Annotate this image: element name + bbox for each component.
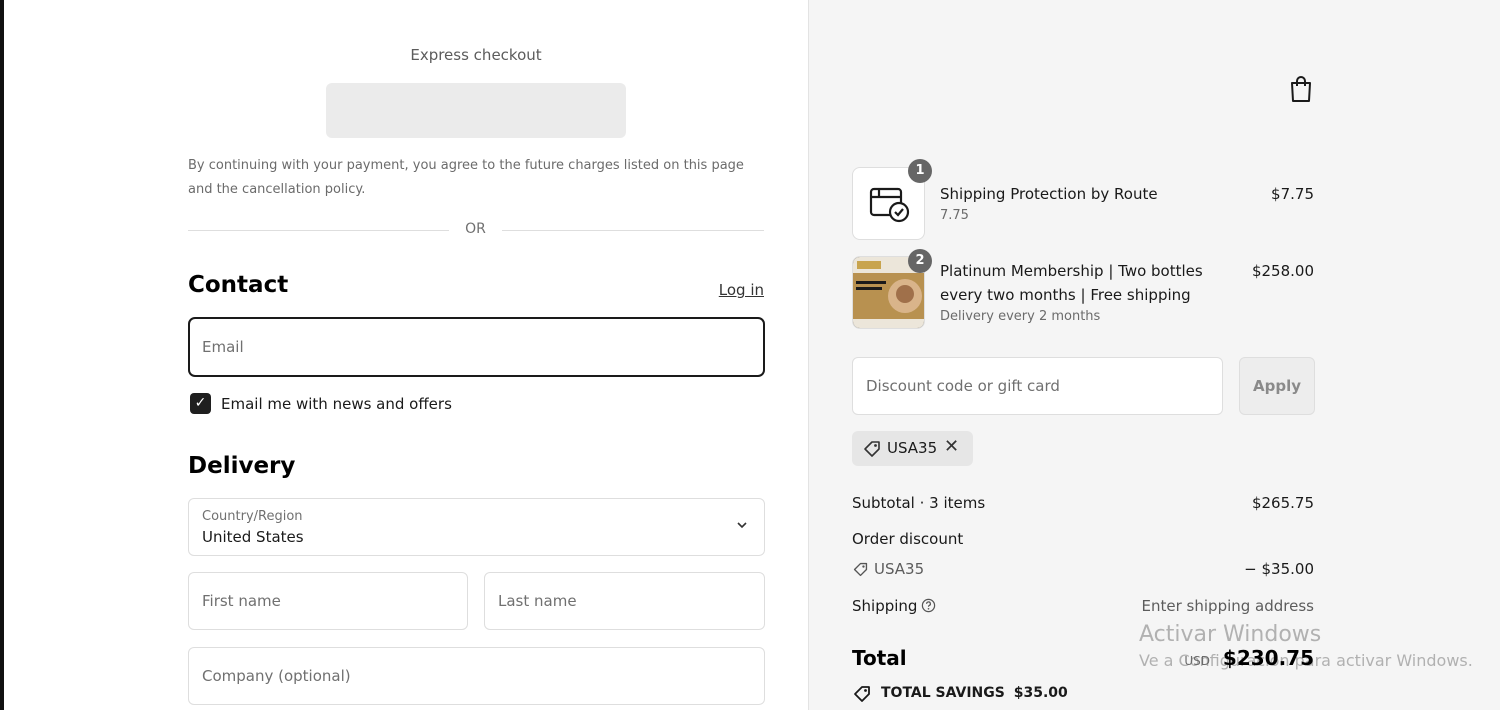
total-savings: TOTAL SAVINGS $35.00 xyxy=(881,685,1068,701)
or-divider-text: OR xyxy=(465,221,486,237)
apply-button[interactable]: Apply xyxy=(1239,357,1315,415)
total-value: $230.75 xyxy=(1222,646,1314,670)
applied-code: USA35 xyxy=(887,439,938,457)
subtotal-label: Subtotal · 3 items xyxy=(852,494,986,512)
order-summary: 1 Shipping Protection by Route 7.75 $7.7… xyxy=(808,0,1500,710)
discount-value: − $35.00 xyxy=(1244,560,1314,578)
shipping-value: Enter shipping address xyxy=(1141,597,1314,615)
checkmark-icon: ✓ xyxy=(194,395,207,411)
last-name-field[interactable]: Last name xyxy=(484,572,765,630)
tag-icon xyxy=(864,441,880,457)
help-circle-icon[interactable] xyxy=(921,598,936,613)
currency-label: USD xyxy=(1184,654,1210,668)
subtotal-value: $265.75 xyxy=(1251,494,1314,512)
country-value: United States xyxy=(202,528,304,546)
item-subtext: 7.75 xyxy=(940,208,969,223)
country-label: Country/Region xyxy=(202,509,303,524)
discount-code-input[interactable]: Discount code or gift card xyxy=(852,357,1223,415)
item-price: $258.00 xyxy=(1251,262,1314,280)
contact-heading: Contact xyxy=(188,272,289,298)
divider-left xyxy=(188,230,449,231)
login-link[interactable]: Log in xyxy=(719,281,764,299)
item-subtext: Delivery every 2 months xyxy=(940,309,1101,324)
savings-tag-icon xyxy=(854,686,870,702)
newsletter-checkbox[interactable]: ✓ xyxy=(190,393,211,414)
remove-discount-icon[interactable]: ✕ xyxy=(944,436,959,457)
company-placeholder: Company (optional) xyxy=(202,667,351,685)
future-charges-consent: By continuing with your payment, you agr… xyxy=(188,158,744,197)
discount-code-label: USA35 xyxy=(874,560,925,578)
total-label: Total xyxy=(852,646,907,670)
newsletter-label[interactable]: Email me with news and offers xyxy=(221,395,452,413)
email-field[interactable]: Email xyxy=(188,317,765,377)
last-name-placeholder: Last name xyxy=(498,592,577,610)
tag-icon xyxy=(853,562,868,577)
express-checkout-title: Express checkout xyxy=(410,46,542,64)
order-discount-label: Order discount xyxy=(852,530,964,548)
item-price: $7.75 xyxy=(1271,185,1314,203)
quantity-badge: 1 xyxy=(908,159,932,183)
item-name: Shipping Protection by Route xyxy=(940,185,1158,203)
shipping-label: Shipping xyxy=(852,597,918,615)
first-name-placeholder: First name xyxy=(202,592,281,610)
windows-watermark-title: Activar Windows xyxy=(1139,622,1322,647)
applied-discount-chip: USA35 ✕ xyxy=(852,431,973,466)
discount-placeholder: Discount code or gift card xyxy=(866,377,1060,395)
first-name-field[interactable]: First name xyxy=(188,572,468,630)
email-placeholder: Email xyxy=(202,338,244,356)
shopping-bag-icon[interactable] xyxy=(1287,74,1315,104)
checkout-main: Express checkout By continuing with your… xyxy=(4,0,808,710)
savings-label: TOTAL SAVINGS xyxy=(881,685,1005,701)
express-payment-button[interactable] xyxy=(326,83,626,138)
item-name: Platinum Membership | Two bottles every … xyxy=(940,262,1203,304)
chevron-down-icon xyxy=(737,522,747,529)
country-select[interactable]: Country/Region United States xyxy=(188,498,765,556)
savings-value: $35.00 xyxy=(1013,685,1068,701)
divider-right xyxy=(502,230,764,231)
quantity-badge: 2 xyxy=(908,249,932,273)
delivery-heading: Delivery xyxy=(188,453,296,479)
company-field[interactable]: Company (optional) xyxy=(188,647,765,705)
